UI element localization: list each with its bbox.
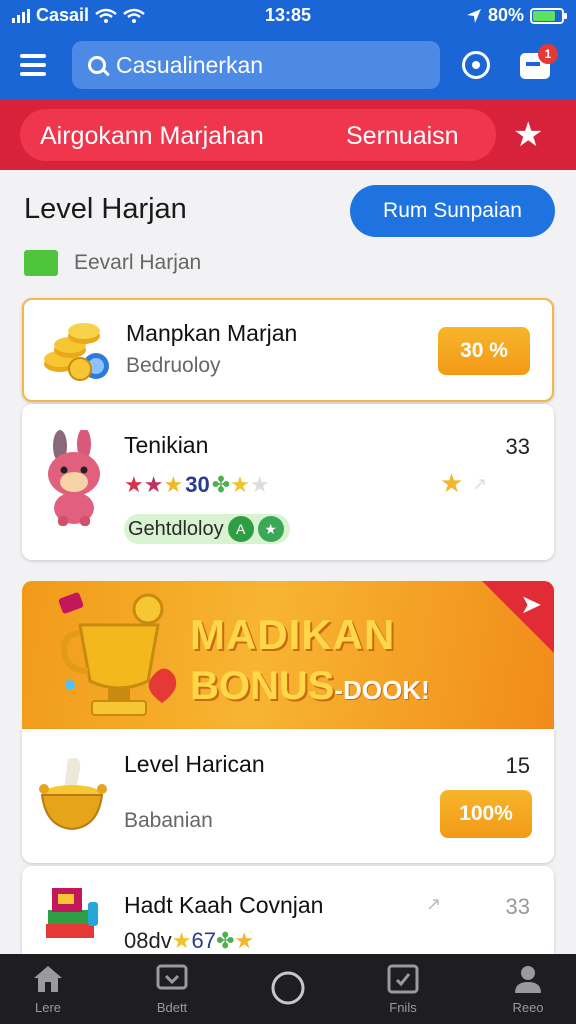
tag-star-icon: ★: [257, 516, 284, 542]
bonus-line2-suffix: -DOOK!: [334, 675, 430, 705]
card-count: 33: [505, 434, 530, 459]
bunny-mascot-icon: [48, 430, 100, 526]
star-icon: ★: [230, 472, 250, 497]
page-title: Level Harjan: [24, 193, 187, 225]
nav-label: Reeo: [512, 1000, 544, 1015]
nav-item-files[interactable]: Fnils: [355, 954, 451, 1024]
banner-corner: [482, 581, 554, 653]
target-icon[interactable]: [462, 51, 490, 79]
coins-icon: [44, 323, 109, 381]
share-arrow-icon[interactable]: ➤: [520, 589, 542, 620]
wifi-icon-secondary: [123, 8, 145, 23]
nav-label: Lere: [34, 1000, 62, 1015]
favorite-star-icon[interactable]: ★: [513, 115, 543, 155]
card-title: Level Harican: [124, 751, 265, 777]
clock: 13:85: [264, 5, 312, 25]
menu-button[interactable]: [20, 52, 50, 78]
cta-button[interactable]: Rum Sunpaian: [350, 185, 555, 237]
status-bar: Casail 13:85 80%: [0, 0, 576, 32]
promo-pill[interactable]: Airgokann Marjahan Sernuaisn: [20, 109, 496, 161]
home-icon: [34, 966, 62, 992]
bottom-nav: Lere Bdett Fnils Reeo: [0, 954, 576, 1024]
card-count: 15: [505, 753, 530, 778]
star-icon: ★: [143, 472, 164, 497]
star-icon: ★: [163, 472, 184, 497]
battery-percent: 80%: [487, 5, 524, 25]
bonus-line2: BONUS-DOOK!: [190, 664, 430, 708]
card-count: 33: [505, 894, 530, 919]
list-item[interactable]: Manpkan Marjan Bedruoloy 30 %: [22, 298, 554, 402]
carrier-label: Casail: [36, 5, 90, 25]
list-item[interactable]: Level Harican 15 Babanian 100%: [22, 729, 554, 863]
trophy-icon: [58, 592, 177, 716]
location-arrow-icon: [466, 8, 481, 23]
sparkle-star-icon: ★: [440, 468, 464, 498]
star-icon: ★: [249, 472, 270, 497]
star-icon: ★: [171, 928, 192, 953]
chat-icon: [156, 964, 188, 990]
notification-badge: 1: [538, 44, 558, 64]
progress-badge: 30 %: [438, 327, 530, 375]
top-bar: Casail 13:85 80% 1: [0, 0, 576, 100]
nav-label: Fnils: [389, 1000, 417, 1015]
star-icon: ★: [234, 928, 255, 953]
nav-item-profile[interactable]: Reeo: [480, 954, 576, 1024]
promo-right-label: Sernuaisn: [346, 122, 459, 150]
rating-value: 30: [185, 472, 210, 497]
circle-icon: [271, 971, 305, 1005]
rating-value: 67: [191, 928, 216, 953]
battery-icon: [530, 7, 567, 24]
signal-icon: [12, 8, 30, 23]
card-subtitle: Bedruoloy: [126, 354, 221, 377]
list-item[interactable]: Hadt Kaah Covnjan 33 ↗ 08dv ★ 67 ✤ ★: [22, 866, 554, 966]
clover-icon: ✤: [215, 928, 235, 953]
faded-arrow-icon: ↗: [426, 894, 442, 914]
bonus-line1: MADIKAN: [190, 611, 396, 658]
search-icon: [88, 56, 106, 74]
promo-left-label: Airgokann Marjahan: [40, 122, 264, 150]
rating-row: ★ ★ ★ 30 ✤ ★ ★: [124, 472, 270, 498]
legend-label: Eevarl Harjan: [74, 251, 202, 274]
promo-bar: Airgokann Marjahan Sernuaisn ★: [0, 100, 576, 170]
nav-item-center[interactable]: [240, 954, 336, 1024]
card-title: Manpkan Marjan: [126, 320, 298, 346]
tag-icon: A: [227, 516, 254, 542]
progress-badge: 100%: [440, 790, 532, 838]
rating-row: 08dv ★ 67 ✤ ★: [124, 928, 254, 954]
legend: Eevarl Harjan: [24, 250, 201, 276]
legend-swatch: [24, 250, 58, 276]
search-bar[interactable]: [72, 41, 440, 89]
card-subtitle: Babanian: [124, 809, 213, 832]
card-title: Hadt Kaah Covnjan: [124, 892, 324, 918]
check-square-icon: [387, 964, 419, 994]
nav-label: Bdett: [156, 1000, 188, 1015]
card-title: Tenikian: [124, 432, 209, 458]
wifi-icon: [95, 8, 117, 23]
nav-item-chat[interactable]: Bdett: [124, 954, 220, 1024]
rating-prefix: 08dv: [124, 928, 172, 953]
star-icon: ★: [124, 472, 144, 497]
mortar-bowl-icon: [39, 758, 107, 831]
books-icon: [46, 888, 98, 938]
list-item[interactable]: Tenikian 33 ★ ★ ★ 30 ✤ ★ ★ ★ ↗ Gehtdlolo…: [22, 404, 554, 560]
tag-label: Gehtdloloy: [128, 517, 224, 540]
search-input[interactable]: [116, 51, 416, 79]
clover-icon: ✤: [211, 472, 231, 497]
bonus-banner[interactable]: MADIKAN BONUS-DOOK! ➤: [22, 581, 554, 729]
nav-item-home[interactable]: Lere: [0, 954, 96, 1024]
faded-arrow-icon: ↗: [472, 474, 488, 494]
app-bar: 1: [0, 38, 576, 94]
status-tag: Gehtdloloy A ★: [124, 514, 290, 544]
person-icon: [515, 966, 541, 993]
